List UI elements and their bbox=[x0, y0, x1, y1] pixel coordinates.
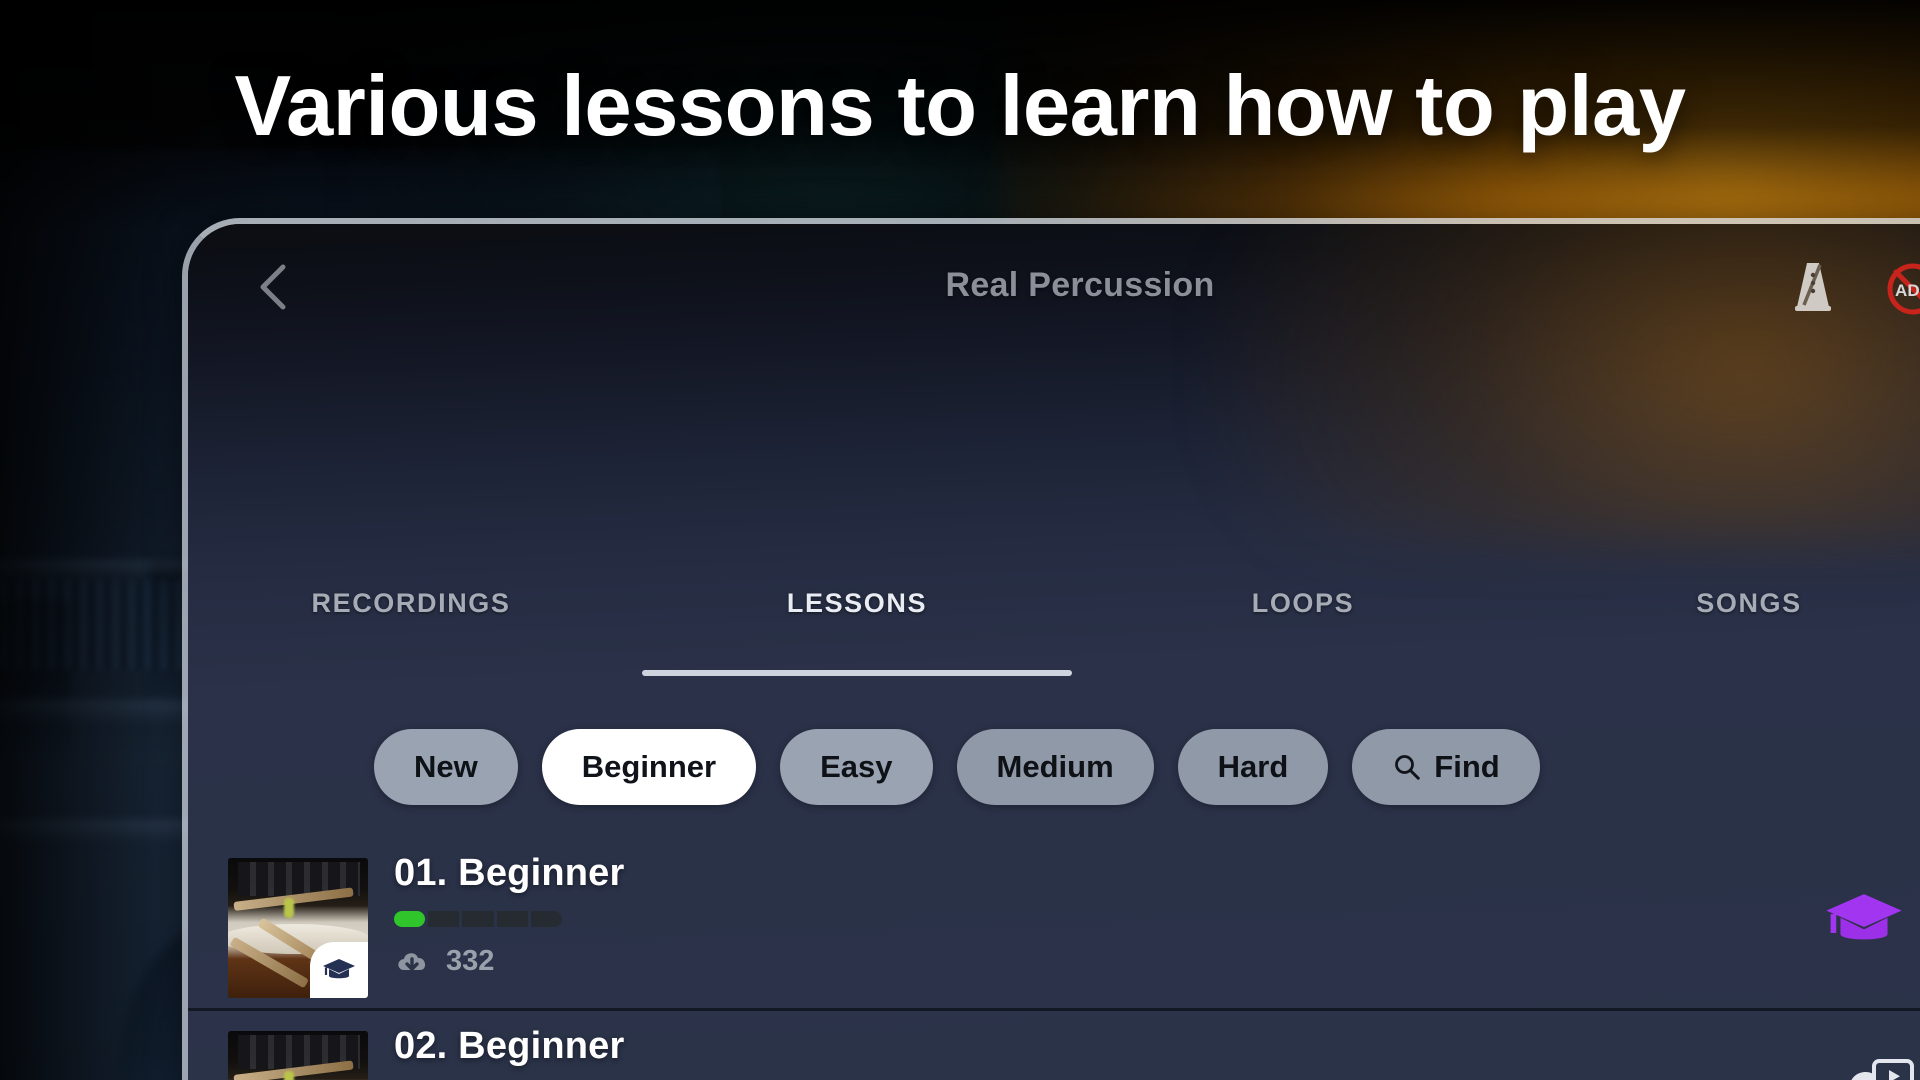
graduation-cap-icon bbox=[1826, 894, 1902, 940]
filter-label: Find bbox=[1434, 749, 1500, 784]
lesson-badge bbox=[310, 942, 368, 998]
no-ads-button[interactable]: ADS bbox=[1882, 258, 1920, 320]
filter-label: Hard bbox=[1217, 749, 1289, 784]
filter-pill-medium[interactable]: Medium bbox=[956, 729, 1154, 805]
lesson-title: 01. Beginner bbox=[394, 852, 625, 894]
active-tab-indicator bbox=[642, 670, 1072, 676]
tab-label: LOOPS bbox=[1251, 588, 1355, 618]
filter-label: New bbox=[414, 749, 478, 784]
lesson-list: 01. Beginner 332 02. Beginner bbox=[188, 838, 1920, 1080]
app-title: Real Percussion bbox=[945, 266, 1215, 304]
filter-pill-find[interactable]: Find bbox=[1352, 729, 1540, 805]
filter-pill-beginner[interactable]: Beginner bbox=[541, 729, 757, 805]
cloud-download-video-icon bbox=[1851, 1059, 1914, 1080]
filter-pill-row: New Beginner Easy Medium Hard Find bbox=[188, 724, 1920, 810]
lesson-body: 02. Beginner 5,1K bbox=[394, 1011, 624, 1080]
search-icon bbox=[1395, 755, 1421, 780]
tab-label: SONGS bbox=[1696, 588, 1802, 618]
tab-label: RECORDINGS bbox=[311, 588, 511, 618]
list-item[interactable]: 02. Beginner 5,1K bbox=[188, 1011, 1920, 1080]
lesson-thumbnail bbox=[228, 1031, 368, 1080]
lesson-body: 01. Beginner 332 bbox=[394, 838, 624, 978]
tab-bar: RECORDINGS LESSONS LOOPS SONGS bbox=[188, 576, 1920, 676]
filter-label: Medium bbox=[996, 749, 1114, 784]
graduation-cap-icon bbox=[323, 959, 355, 979]
filter-label: Easy bbox=[820, 749, 893, 784]
filter-pill-hard[interactable]: Hard bbox=[1177, 729, 1329, 805]
metronome-icon bbox=[1795, 263, 1831, 311]
thumbnail-highlight bbox=[284, 1071, 294, 1080]
cloud-download-icon bbox=[398, 952, 426, 971]
lesson-action-button[interactable] bbox=[1820, 876, 1908, 964]
ads-label: ADS bbox=[1895, 281, 1920, 300]
filter-label: Beginner bbox=[581, 749, 717, 784]
no-ads-icon: ADS bbox=[1887, 263, 1920, 315]
progress-segment bbox=[462, 911, 494, 927]
tab-label: LESSONS bbox=[786, 588, 928, 618]
lesson-title: 02. Beginner bbox=[394, 1025, 625, 1067]
tab-loops[interactable]: LOOPS bbox=[1080, 576, 1526, 654]
device-frame: Real Percussion ADS RECORDINGS LE bbox=[182, 218, 1920, 1080]
lesson-action-button[interactable] bbox=[1828, 1051, 1916, 1080]
filter-pill-easy[interactable]: Easy bbox=[780, 729, 933, 805]
filter-pill-new[interactable]: New bbox=[374, 729, 518, 805]
progress-segment bbox=[394, 911, 426, 927]
metronome-button[interactable] bbox=[1782, 256, 1844, 318]
tab-lessons[interactable]: LESSONS bbox=[634, 576, 1080, 676]
page-title: Various lessons to learn how to play bbox=[234, 59, 1687, 154]
progress-segment bbox=[530, 911, 563, 927]
lesson-meta: 332 bbox=[394, 945, 624, 978]
download-count: 332 bbox=[446, 945, 495, 977]
progress-segment bbox=[428, 911, 460, 927]
list-item[interactable]: 01. Beginner 332 bbox=[188, 838, 1920, 1011]
tab-recordings[interactable]: RECORDINGS bbox=[188, 576, 634, 654]
app-bar: Real Percussion ADS bbox=[188, 224, 1920, 342]
tab-songs[interactable]: SONGS bbox=[1526, 576, 1920, 654]
app-screen: Real Percussion ADS RECORDINGS LE bbox=[188, 224, 1920, 1080]
lesson-thumbnail bbox=[228, 858, 368, 998]
thumbnail-highlight bbox=[284, 898, 294, 918]
progress-segment bbox=[496, 911, 528, 927]
lesson-progress bbox=[394, 911, 563, 927]
